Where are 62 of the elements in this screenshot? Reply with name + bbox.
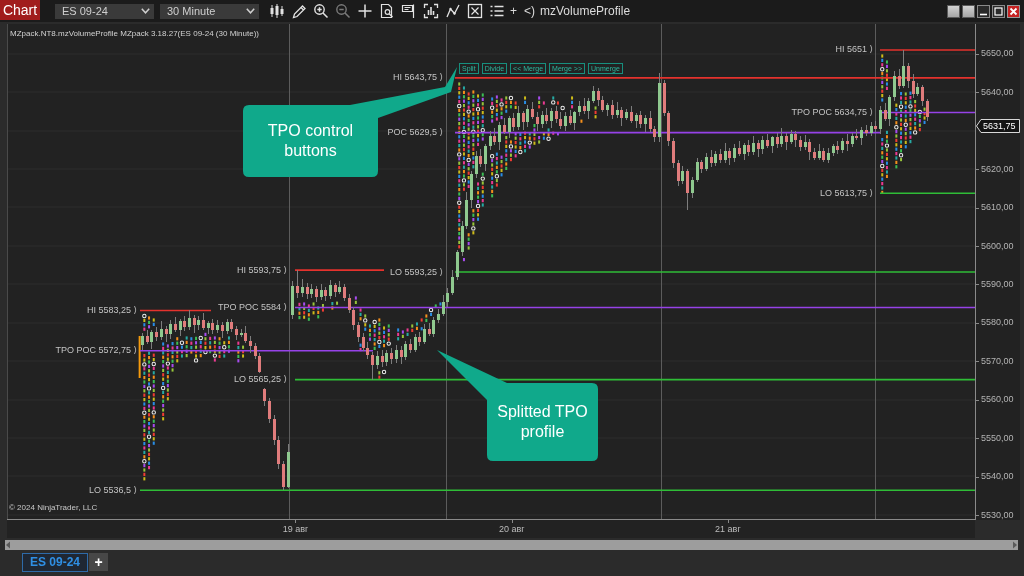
price-tick-label: 5640,00 [981,86,1014,98]
zoom-out-icon[interactable] [335,3,351,19]
list-icon[interactable] [489,3,505,19]
toolbar-toggle-button[interactable]: <) [522,4,538,18]
zoom-in-icon[interactable] [313,3,329,19]
chart-menu-button[interactable]: Chart [0,0,40,20]
date-label: 19 авг [282,524,309,535]
callout-text: TPO control buttons [266,121,355,161]
bar-chart-frame-icon[interactable] [423,3,439,19]
add-button[interactable]: + [508,4,519,18]
price-level-label: LO 5536,5 ⟩ [88,484,137,496]
price-tick-label: 5620,00 [981,163,1014,175]
price-level-label: TPO POC 5572,75 ⟩ [55,345,137,357]
price-level-label: LO 5593,25 ⟩ [389,266,443,278]
chevron-down-icon [141,8,150,14]
bar-chart-icon[interactable] [269,3,285,19]
crosshair-icon[interactable] [357,3,373,19]
copyright-text: © 2024 NinjaTrader, LLC [9,502,98,513]
callout-text: Splitted TPO profile [496,402,589,442]
date-label: 20 авг [498,524,525,535]
scroll-right-icon[interactable] [1012,541,1018,549]
price-tick-label: 5600,00 [981,240,1014,252]
horizontal-scrollbar[interactable] [5,540,1018,550]
add-tab-button[interactable]: + [89,553,109,571]
maximize-icon[interactable] [992,4,1005,18]
current-price-label: 5631,75 [976,119,1020,133]
chart-tab[interactable]: ES 09-24 [22,552,89,572]
chevron-down-icon [246,8,255,14]
price-tick-label: 5580,00 [981,317,1014,329]
price-level-label: POC 5629,5 ⟩ [387,127,443,139]
price-tick-label: 5590,00 [981,279,1014,290]
price-level-label: LO 5613,75 ⟩ [819,187,873,199]
price-level-label: TPO POC 5634,75 ⟩ [791,106,873,118]
price-level-label: HI 5643,75 ⟩ [392,72,443,84]
indicator-label: MZpack.NT8.mzVolumeProfile MZpack 3.18.27(ES 09-24 (30 Minute)) [10,28,259,39]
price-tick-label: 5560,00 [981,394,1014,406]
price-tick-label: 5530,00 [981,509,1014,521]
window-button[interactable] [947,4,960,18]
price-level-label: HI 5583,25 ⟩ [86,304,137,316]
scroll-left-icon[interactable] [5,541,11,549]
window-button[interactable] [962,4,975,18]
close-icon[interactable] [1007,4,1020,18]
price-level-label: HI 5593,75 ⟩ [236,264,287,276]
price-level-label: HI 5651 ⟩ [835,44,873,56]
pencil-icon[interactable] [291,3,307,19]
document-search-icon[interactable] [379,3,395,19]
indicator-name: mzVolumeProfile [540,4,631,18]
instrument-dropdown[interactable]: ES 09-24 [55,3,154,19]
minimize-icon[interactable] [977,4,990,18]
boxed-cross-icon[interactable] [467,3,483,19]
price-tick-label: 5610,00 [981,202,1014,214]
price-level-label: LO 5565,25 ⟩ [233,374,287,386]
price-tick-label: 5650,00 [981,48,1014,60]
price-level-label: TPO POC 5584 ⟩ [217,302,287,314]
line-chart-icon[interactable] [445,3,461,19]
price-tick-label: 5570,00 [981,355,1014,367]
date-label: 21 авг [715,524,741,535]
price-tick-label: 5540,00 [981,471,1014,483]
price-tick-label: 5550,00 [981,432,1014,444]
interval-dropdown[interactable]: 30 Minute [160,3,259,19]
tpo-profile [298,301,339,321]
sign-board-icon[interactable] [401,3,417,19]
